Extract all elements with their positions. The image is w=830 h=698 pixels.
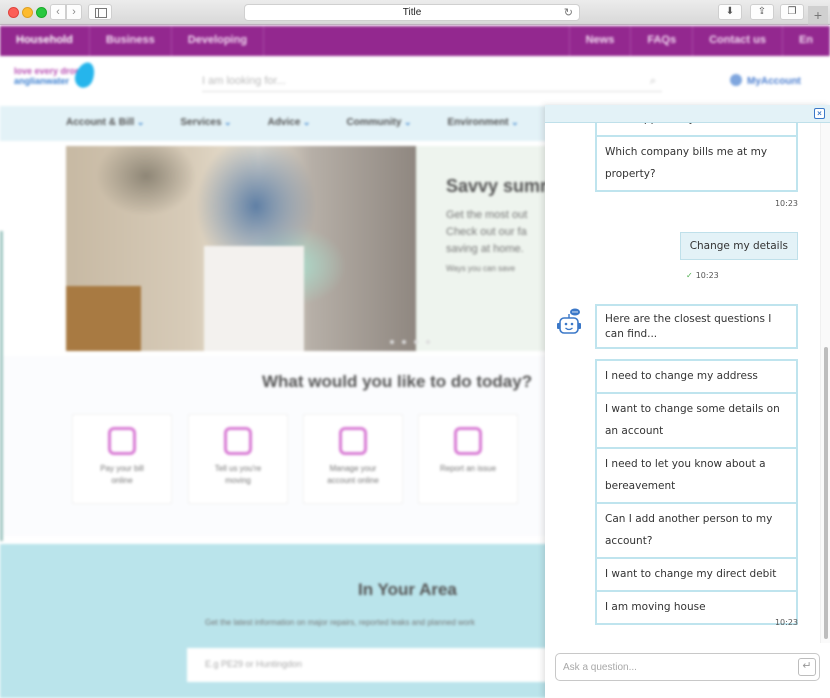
send-enter-icon[interactable]: ↵ — [798, 658, 816, 676]
user-message: Change my details — [679, 232, 798, 260]
carousel-dot[interactable] — [390, 340, 394, 344]
download-icon[interactable]: ⬇ — [718, 4, 742, 20]
hero-image — [66, 146, 416, 351]
chat-scrollbar-thumb[interactable] — [824, 347, 828, 639]
chat-messages[interactable]: Who supplies my water? Which company bil… — [545, 123, 830, 643]
site-search-input[interactable]: I am looking for... ⌕ — [202, 70, 662, 92]
topnav-household[interactable]: Household — [0, 26, 90, 56]
chat-header: × — [545, 105, 830, 123]
carousel-dot[interactable] — [426, 340, 430, 344]
back-button[interactable]: ‹ — [50, 4, 66, 20]
delivered-check-icon: ✓ — [686, 271, 693, 280]
topnav-developing[interactable]: Developing — [172, 26, 265, 56]
close-icon[interactable]: × — [814, 108, 825, 119]
topnav-faqs[interactable]: FAQs — [631, 26, 694, 56]
search-placeholder: I am looking for... — [202, 75, 286, 87]
suggestion-list: I need to change my address I want to ch… — [595, 359, 798, 625]
hero-text-line: Check out our fa — [446, 226, 527, 238]
topnav-news[interactable]: News — [570, 26, 632, 56]
task-card-manage-account[interactable]: Manage your account online — [303, 414, 403, 504]
message-timestamp: 10:23 — [774, 199, 798, 208]
area-title: In Your Area — [358, 580, 457, 599]
suggestion-direct-debit[interactable]: I want to change my direct debit — [595, 558, 798, 592]
task-card-pay-bill[interactable]: Pay your bill online — [72, 414, 172, 504]
zoom-window-button[interactable] — [36, 7, 47, 18]
hero-text: Get the most out Check out our fa saving… — [446, 207, 556, 258]
earlier-suggestions: Who supplies my water? Which company bil… — [595, 123, 798, 192]
task-label: Pay your bill online — [100, 464, 144, 485]
hero-text-line: Get the most out — [446, 209, 528, 221]
chat-panel: × Who supplies my water? Which company b… — [545, 105, 830, 698]
page-title: Title — [402, 7, 422, 18]
suggestion-bereavement[interactable]: I need to let you know about a bereaveme… — [595, 448, 798, 504]
chat-scrollbar-track[interactable] — [820, 123, 830, 643]
carousel-dots — [390, 331, 438, 349]
mainnav-environment[interactable]: Environment — [447, 106, 518, 141]
area-postcode-input[interactable]: E.g PE29 or Huntingdon — [187, 648, 587, 682]
task-label: Report an issue — [439, 464, 497, 473]
chatbot-avatar-icon — [557, 308, 581, 334]
logo-tagline: love every drop — [14, 66, 81, 76]
tasks-title: What would you like to do today? — [262, 372, 533, 391]
task-label: Tell us you're moving — [214, 464, 262, 485]
tabs-overview-icon[interactable]: ❐ — [780, 4, 804, 20]
bot-message: Here are the closest questions I can fin… — [595, 304, 798, 349]
page-edge-divider — [0, 231, 3, 541]
hero-title: Savvy summer — [446, 176, 574, 196]
hero-link[interactable]: Ways you can save — [446, 264, 556, 273]
reload-icon[interactable]: ↻ — [564, 6, 573, 19]
top-navigation: Household Business Developing News FAQs … — [0, 26, 830, 56]
suggestion-option[interactable]: Who supplies my water? — [595, 123, 798, 137]
pay-bill-icon — [108, 427, 136, 455]
new-tab-button[interactable]: + — [808, 6, 828, 25]
report-issue-icon — [454, 427, 482, 455]
chat-input-box: ↵ — [555, 653, 820, 681]
hero-text-line: saving at home. — [446, 243, 524, 255]
moving-van-icon — [224, 427, 252, 455]
carousel-dot[interactable] — [414, 340, 418, 344]
mainnav-advice[interactable]: Advice — [268, 106, 311, 141]
area-subtitle: Get the latest information on major repa… — [205, 618, 475, 627]
mainnav-account-bill[interactable]: Account & Bill — [66, 106, 144, 141]
suggestion-change-address[interactable]: I need to change my address — [595, 359, 798, 394]
suggestion-moving-house[interactable]: I am moving house — [595, 591, 798, 625]
suggestion-option[interactable]: Which company bills me at my property? — [595, 136, 798, 192]
suggestion-change-account-details[interactable]: I want to change some details on an acco… — [595, 393, 798, 449]
minimize-window-button[interactable] — [22, 7, 33, 18]
mainnav-services[interactable]: Services — [180, 106, 231, 141]
message-timestamp: 10:23 — [774, 618, 798, 627]
share-icon[interactable]: ⇪ — [750, 4, 774, 20]
browser-toolbar: ‹ › Title ↻ ⬇ ⇪ ❐ + — [0, 0, 830, 25]
topnav-spacer — [264, 26, 570, 56]
task-card-report-issue[interactable]: Report an issue — [418, 414, 518, 504]
mainnav-community[interactable]: Community — [346, 106, 411, 141]
hero-panel: Savvy summer Get the most out Check out … — [416, 146, 574, 351]
ask-question-input[interactable] — [556, 654, 791, 680]
address-bar[interactable]: Title ↻ — [244, 4, 580, 21]
close-window-button[interactable] — [8, 7, 19, 18]
user-message-status: ✓ 10:23 — [686, 271, 719, 280]
site-header: love every drop anglianwater I am lookin… — [0, 56, 830, 106]
topnav-contact[interactable]: Contact us — [693, 26, 783, 56]
logo-name: anglianwater — [14, 76, 70, 86]
suggestion-add-person[interactable]: Can I add another person to my account? — [595, 503, 798, 559]
carousel-dot[interactable] — [402, 340, 406, 344]
search-icon[interactable]: ⌕ — [650, 70, 656, 92]
manage-account-icon — [339, 427, 367, 455]
task-card-moving[interactable]: Tell us you're moving — [188, 414, 288, 504]
task-label: Manage your account online — [327, 464, 379, 485]
topnav-business[interactable]: Business — [90, 26, 172, 56]
site-logo[interactable]: love every drop anglianwater — [14, 59, 98, 91]
my-account-link[interactable]: MyAccount — [730, 74, 801, 87]
topnav-language[interactable]: En — [783, 26, 830, 56]
sidebar-toggle-icon[interactable] — [88, 4, 112, 20]
message-timestamp: 10:23 — [695, 271, 719, 280]
forward-button[interactable]: › — [66, 4, 82, 20]
